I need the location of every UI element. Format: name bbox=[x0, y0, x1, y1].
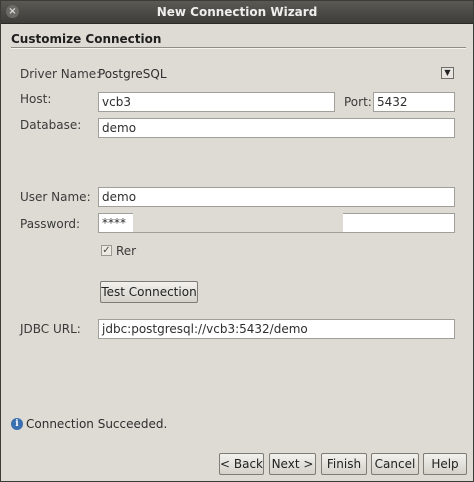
host-label: Host: bbox=[20, 92, 52, 106]
user-name-field[interactable]: demo bbox=[98, 187, 455, 207]
test-connection-button[interactable]: Test Connection bbox=[100, 281, 198, 303]
status-message: Connection Succeeded. bbox=[26, 417, 168, 431]
section-divider bbox=[11, 47, 466, 49]
database-field[interactable]: demo bbox=[98, 118, 455, 138]
cancel-button[interactable]: Cancel bbox=[371, 453, 419, 475]
next-button[interactable]: Next > bbox=[269, 453, 316, 475]
info-icon: i bbox=[11, 418, 23, 430]
title-bar: × New Connection Wizard bbox=[1, 1, 473, 24]
port-field[interactable]: 5432 bbox=[373, 92, 455, 112]
section-title: Customize Connection bbox=[11, 32, 162, 46]
chevron-down-icon[interactable]: ▼ bbox=[441, 67, 454, 79]
driver-name-label: Driver Name: bbox=[20, 67, 101, 81]
remember-checkbox[interactable]: ✓ bbox=[101, 245, 112, 256]
jdbc-url-field[interactable]: jdbc:postgresql://vcb3:5432/demo bbox=[98, 319, 455, 339]
jdbc-url-label: JDBC URL: bbox=[20, 322, 81, 336]
back-button[interactable]: < Back bbox=[219, 453, 264, 475]
port-label: Port: bbox=[344, 95, 372, 109]
window-title: New Connection Wizard bbox=[156, 5, 318, 19]
password-label: Password: bbox=[20, 217, 81, 231]
host-field[interactable]: vcb3 bbox=[98, 92, 335, 112]
password-field-redaction bbox=[133, 213, 343, 232]
finish-button[interactable]: Finish bbox=[321, 453, 367, 475]
database-label: Database: bbox=[20, 118, 82, 132]
driver-name-value[interactable]: PostgreSQL bbox=[98, 67, 167, 81]
help-button[interactable]: Help bbox=[423, 453, 467, 475]
user-name-label: User Name: bbox=[20, 190, 91, 204]
remember-label: Rer bbox=[116, 244, 137, 258]
wizard-window: × New Connection Wizard Customize Connec… bbox=[0, 0, 474, 482]
